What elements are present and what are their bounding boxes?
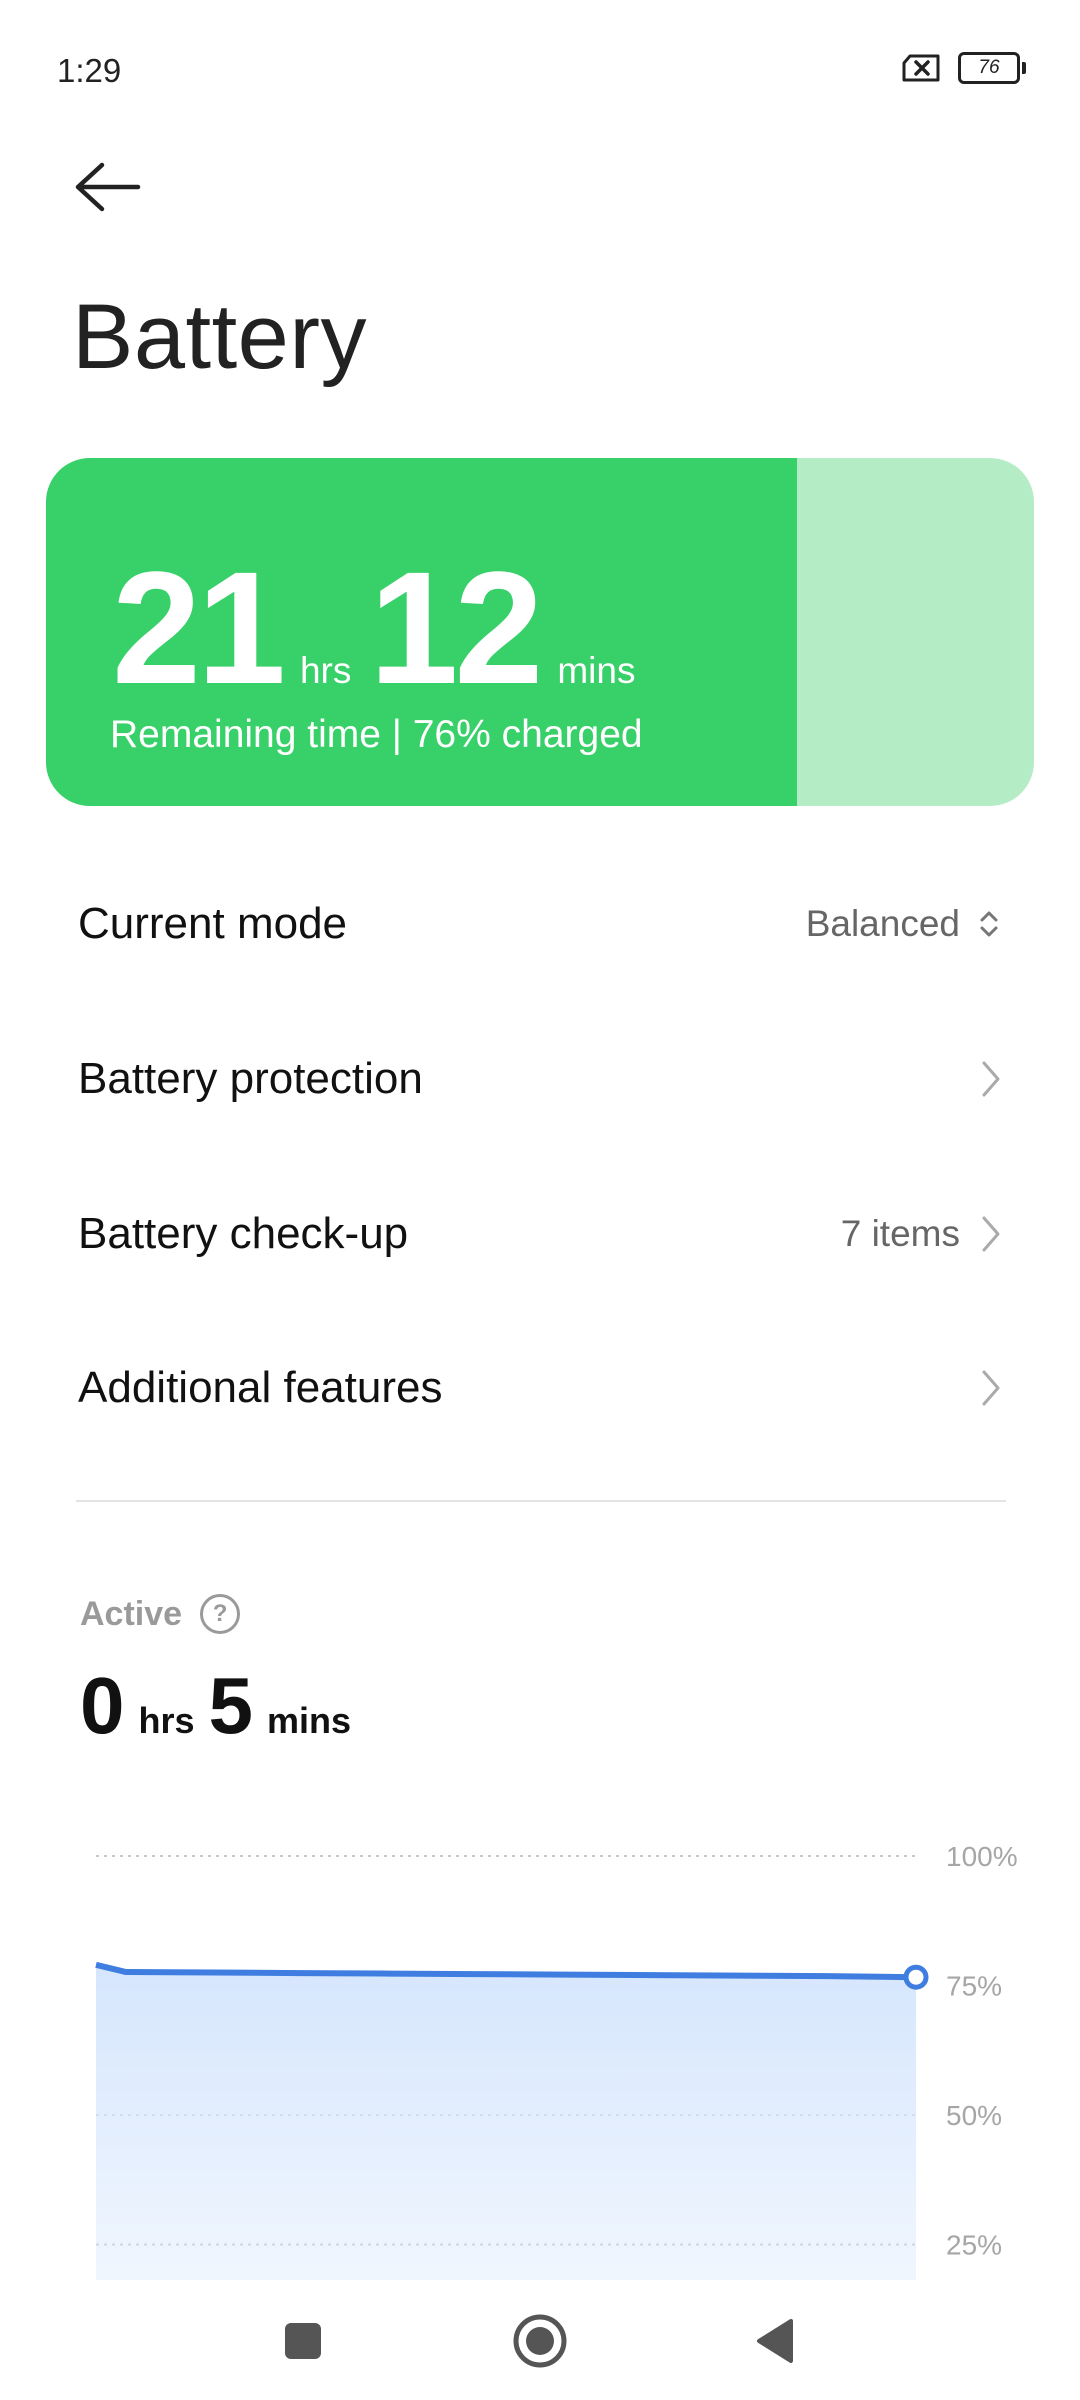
page-title: Battery	[72, 286, 367, 388]
battery-status-icon: 76	[958, 52, 1026, 84]
additional-features-label: Additional features	[78, 1363, 443, 1412]
back-triangle-icon	[757, 2319, 793, 2363]
up-down-chevron-icon	[980, 911, 998, 937]
battery-checkup-value: 7 items	[840, 1213, 960, 1254]
additional-features-row[interactable]: Additional features	[78, 1338, 1004, 1438]
chart-y-tick-label: 25%	[946, 2230, 1002, 2261]
battery-checkup-label: Battery check-up	[78, 1209, 409, 1258]
minutes-unit: mins	[557, 650, 636, 691]
section-divider	[76, 1500, 1006, 1502]
chevron-right-icon	[982, 1216, 1000, 1252]
battery-protection-label: Battery protection	[78, 1054, 423, 1103]
current-mode-label: Current mode	[78, 899, 348, 948]
chart-series-line	[95, 1961, 917, 1981]
battery-protection-row[interactable]: Battery protection	[78, 1029, 1004, 1129]
battery-remaining-card: 21 hrs 12 mins Remaining time | 76% char…	[46, 458, 1034, 806]
chart-y-tick-label: 100%	[946, 1841, 1018, 1872]
help-icon[interactable]: ?	[200, 1594, 241, 1634]
battery-checkup-row[interactable]: Battery check-up 7 items	[78, 1184, 1004, 1284]
chevron-right-icon	[982, 1061, 1000, 1097]
remaining-time: 21 hrs 12 mins	[112, 548, 653, 708]
home-circle-icon	[513, 2314, 567, 2368]
back-nav-button[interactable]	[740, 2306, 810, 2376]
back-arrow-button[interactable]	[72, 155, 144, 219]
battery-level-text: 76	[978, 57, 1000, 78]
back-arrow-icon	[75, 162, 141, 212]
active-hours: 0	[80, 1661, 125, 1750]
recents-square-icon	[285, 2323, 321, 2359]
active-minutes: 5	[208, 1661, 254, 1750]
no-sim-icon	[902, 54, 940, 82]
chart-area-fill	[96, 1964, 916, 2280]
chart-current-point	[903, 1964, 929, 1990]
battery-level-chart-svg: 100% 75% 50% 25%	[95, 1841, 1018, 2280]
active-hours-unit: hrs	[138, 1700, 195, 1741]
chart-y-tick-label: 75%	[946, 1971, 1002, 2002]
recents-button[interactable]	[268, 2306, 338, 2376]
status-icons: 76	[902, 52, 1026, 84]
active-label: Active	[80, 1594, 183, 1633]
status-time: 1:29	[57, 52, 122, 89]
remaining-minutes: 12	[369, 538, 543, 717]
chart-y-tick-label: 50%	[946, 2100, 1002, 2131]
active-heading: Active ?	[80, 1594, 241, 1634]
home-button[interactable]	[505, 2306, 575, 2376]
hours-unit: hrs	[299, 650, 352, 691]
current-mode-row[interactable]: Current mode Balanced	[78, 874, 1004, 974]
active-minutes-unit: mins	[267, 1700, 352, 1741]
remaining-hours: 21	[112, 538, 286, 717]
active-time: 0 hrs 5 mins	[80, 1660, 365, 1752]
battery-level-chart: 100% 75% 50% 25%	[80, 1820, 1040, 2290]
chevron-right-icon	[982, 1370, 1000, 1406]
remaining-caption: Remaining time | 76% charged	[110, 713, 643, 756]
current-mode-value: Balanced	[805, 903, 960, 944]
